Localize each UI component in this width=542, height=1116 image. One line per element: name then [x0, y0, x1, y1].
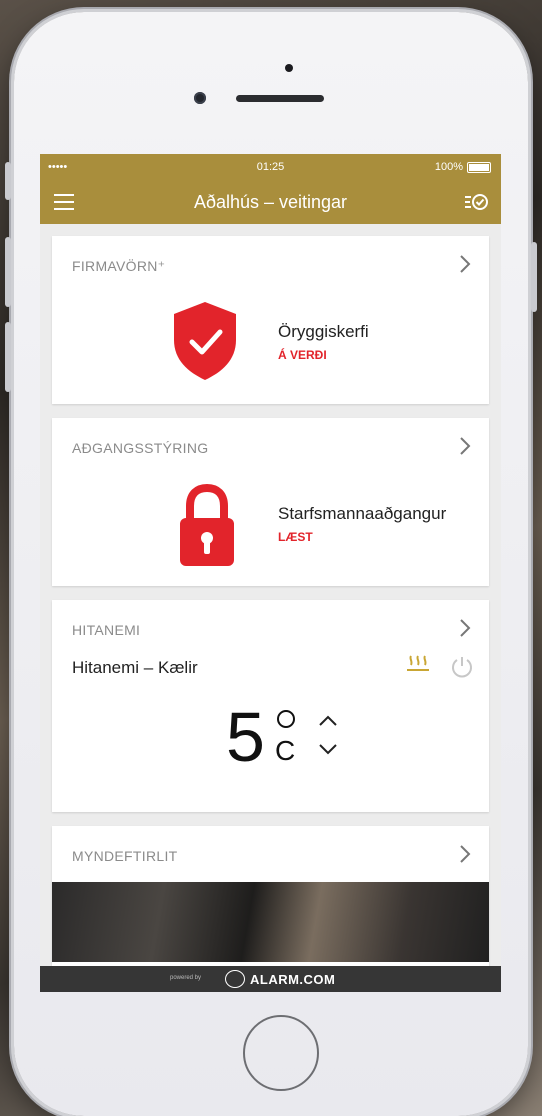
camera-thumbnail[interactable]: [52, 882, 489, 962]
app-screen: ••••• 01:25 100% Aðalhús – veitingar FIR…: [40, 154, 501, 992]
volume-down-button: [5, 322, 11, 392]
security-status: Á VERÐI: [278, 348, 327, 362]
security-card[interactable]: FIRMAVÖRN⁺ Öryggiskerfi Á VERÐI: [52, 236, 489, 404]
card-title: AÐGANGSSTÝRING: [72, 440, 209, 456]
phone-frame: ••••• 01:25 100% Aðalhús – veitingar FIR…: [5, 12, 537, 1116]
chevron-right-icon[interactable]: [459, 254, 471, 274]
temperature-value: 5: [226, 698, 265, 776]
chevron-right-icon[interactable]: [459, 844, 471, 864]
card-title: FIRMAVÖRN⁺: [72, 258, 166, 274]
alarm-logo-icon: [225, 970, 245, 988]
thermostat-card[interactable]: HITANEMI Hitanemi – Kælir 5 C: [52, 600, 489, 812]
degree-symbol: [277, 710, 295, 728]
padlock-icon: [180, 483, 234, 566]
battery-icon: [467, 162, 491, 173]
chevron-right-icon[interactable]: [459, 436, 471, 456]
shield-check-icon: [174, 302, 236, 380]
chevron-right-icon[interactable]: [459, 618, 471, 638]
video-card[interactable]: MYNDEFTIRLIT: [52, 826, 489, 966]
heat-mode-icon[interactable]: [406, 654, 430, 676]
power-schedule-icon[interactable]: [450, 654, 474, 678]
status-bar: ••••• 01:25 100%: [40, 154, 501, 180]
footer-bar: powered by ALARM.COM: [40, 966, 501, 992]
card-title: MYNDEFTIRLIT: [72, 848, 178, 864]
access-status: LÆST: [278, 530, 313, 544]
battery-percent: 100%: [434, 161, 463, 173]
sensor-dot: [285, 64, 293, 72]
chevron-up-icon[interactable]: [317, 714, 339, 728]
volume-up-button: [5, 237, 11, 307]
front-camera: [194, 92, 206, 104]
nav-bar: Aðalhús – veitingar: [40, 180, 501, 224]
access-card[interactable]: AÐGANGSSTÝRING Starfsmannaaðgangur LÆST: [52, 418, 489, 586]
thermostat-name: Hitanemi – Kælir: [72, 658, 198, 677]
security-system-label: Öryggiskerfi: [278, 322, 369, 341]
card-title: HITANEMI: [72, 622, 141, 638]
power-button: [531, 242, 537, 312]
staff-access-label: Starfsmannaaðgangur: [278, 504, 447, 523]
temperature-unit: C: [275, 735, 296, 766]
powered-by-text: powered by: [170, 975, 202, 981]
chevron-down-icon[interactable]: [317, 742, 339, 756]
task-list-check-icon[interactable]: [463, 190, 489, 214]
clock: 01:25: [256, 161, 285, 173]
earpiece-speaker: [236, 95, 324, 102]
page-title: Aðalhús – veitingar: [193, 192, 348, 212]
mute-switch: [5, 162, 11, 200]
brand-name: ALARM.COM: [250, 972, 336, 987]
home-button[interactable]: [243, 1015, 319, 1091]
